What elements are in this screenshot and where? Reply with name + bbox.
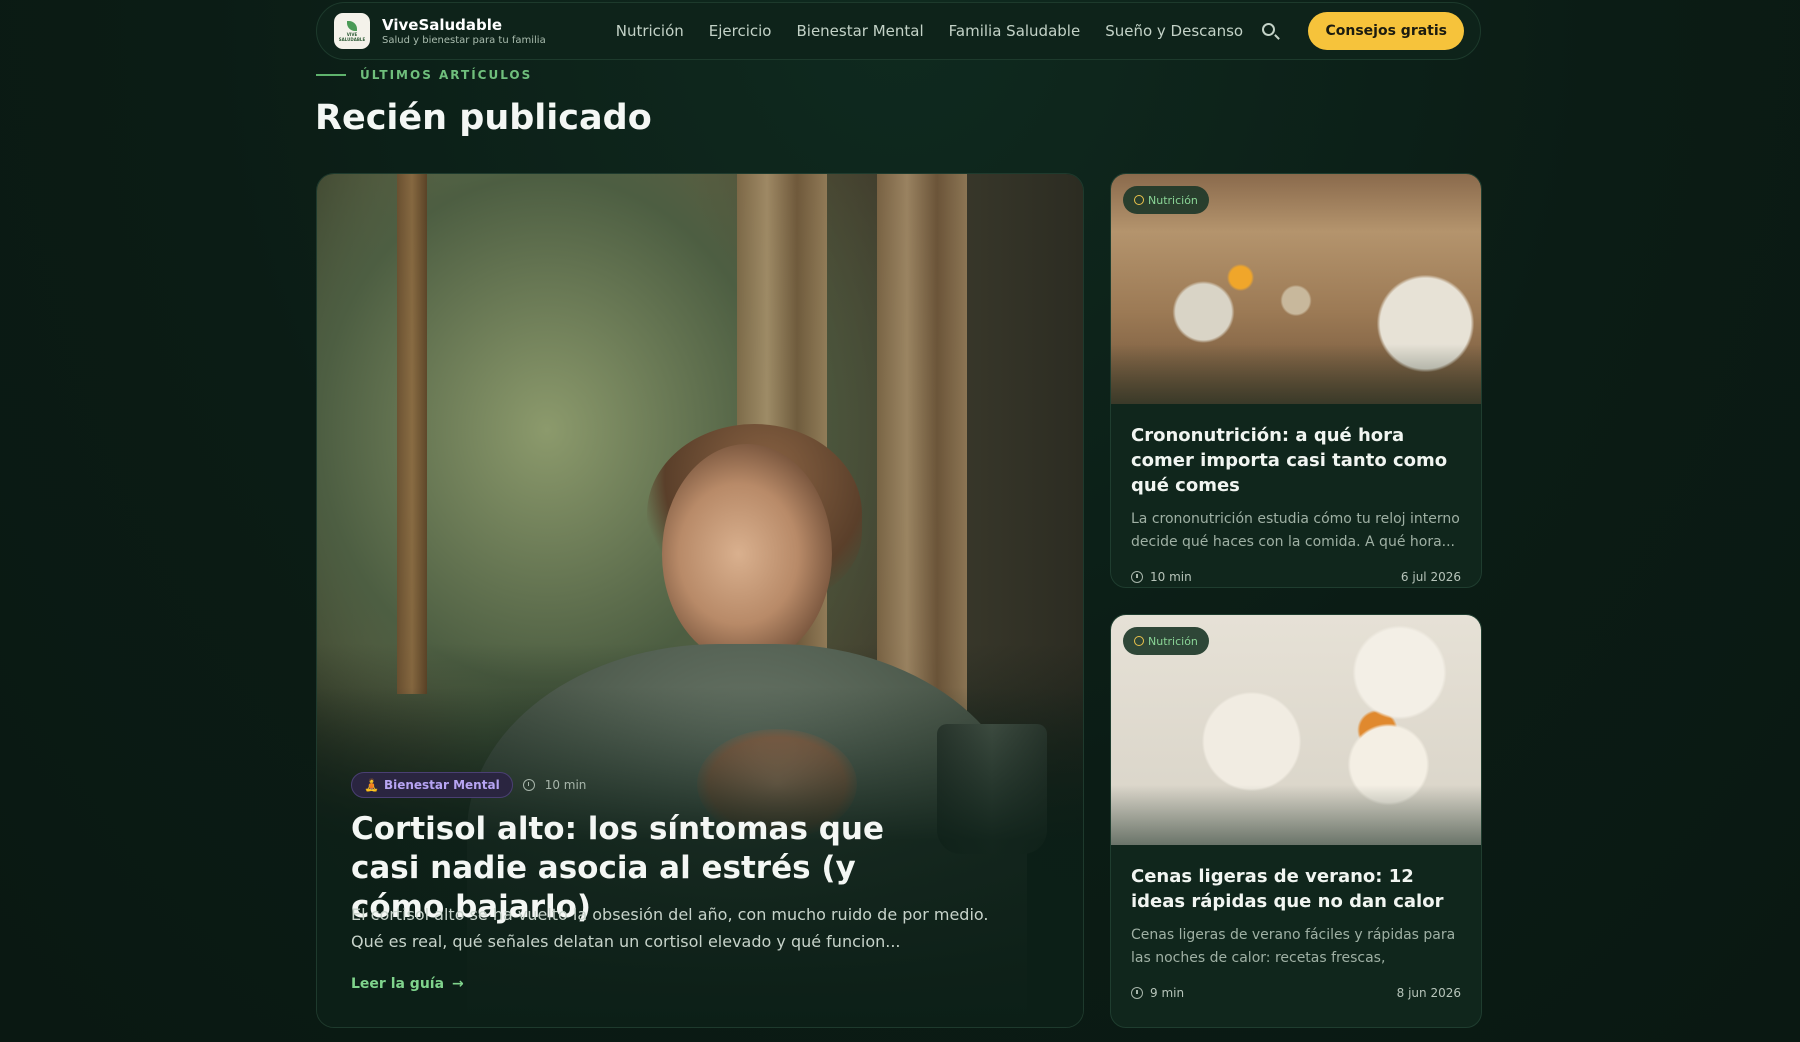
article-image: Nutrición <box>1111 174 1481 404</box>
top-navbar: VIVE SALUDABLE ViveSaludable Salud y bie… <box>316 2 1481 60</box>
article-image: Nutrición <box>1111 615 1481 845</box>
brand-name: ViveSaludable <box>382 16 503 34</box>
featured-meta: 🧘 Bienestar Mental 10 min <box>351 772 586 798</box>
nav-link-nutricion[interactable]: Nutrición <box>616 22 684 40</box>
read-time: 9 min <box>1150 986 1185 1000</box>
leaf-icon <box>347 20 357 31</box>
read-guide-label: Leer la guía <box>351 976 445 992</box>
nutrition-icon <box>1134 636 1144 646</box>
article-card[interactable]: Nutrición Crononutrición: a qué hora com… <box>1110 173 1482 588</box>
main-nav: Nutrición Ejercicio Bienestar Mental Fam… <box>616 22 1243 40</box>
article-description: La crononutrición estudia cómo tu reloj … <box>1131 511 1460 550</box>
nav-link-ejercicio[interactable]: Ejercicio <box>709 22 772 40</box>
clock-icon <box>1131 987 1143 999</box>
section-title: Recién publicado <box>315 98 652 138</box>
featured-article-card[interactable]: 🧘 Bienestar Mental 10 min Cortisol alto:… <box>316 173 1084 1028</box>
category-badge[interactable]: Nutrición <box>1123 186 1209 214</box>
logo-text: VIVE SALUDABLE <box>338 31 366 42</box>
curtain <box>877 174 967 734</box>
category-label: Nutrición <box>1148 634 1198 648</box>
featured-description: El cortisol alto se ha vuelto la obsesió… <box>351 905 989 951</box>
category-label: Bienestar Mental <box>383 778 500 792</box>
category-badge[interactable]: 🧘 Bienestar Mental <box>351 772 513 798</box>
search-icon[interactable] <box>1260 21 1281 41</box>
window-frame <box>397 174 427 694</box>
clock-icon <box>522 779 535 791</box>
meditation-icon: 🧘 <box>364 778 379 792</box>
article-description: Cenas ligeras de verano fáciles y rápida… <box>1131 927 1456 966</box>
arrow-right-icon: → <box>452 976 464 992</box>
person-head <box>662 444 832 664</box>
article-footer: 9 min 8 jun 2026 <box>1131 984 1461 1002</box>
category-label: Nutrición <box>1148 193 1198 207</box>
logo[interactable]: VIVE SALUDABLE <box>334 13 370 49</box>
nav-link-bienestar-mental[interactable]: Bienestar Mental <box>796 22 923 40</box>
article-card[interactable]: Nutrición Cenas ligeras de verano: 12 id… <box>1110 614 1482 1028</box>
brand-tagline: Salud y bienestar para tu familia <box>382 35 546 46</box>
section-eyebrow: ÚLTIMOS ARTÍCULOS <box>316 68 532 82</box>
nutrition-icon <box>1134 195 1144 205</box>
free-tips-button[interactable]: Consejos gratis <box>1308 12 1464 50</box>
read-time: 10 min <box>544 778 587 792</box>
brand[interactable]: ViveSaludable Salud y bienestar para tu … <box>382 16 546 46</box>
article-title[interactable]: Crononutrición: a qué hora comer importa… <box>1131 423 1461 498</box>
page: VIVE SALUDABLE ViveSaludable Salud y bie… <box>0 0 1800 1042</box>
nav-link-familia-saludable[interactable]: Familia Saludable <box>949 22 1081 40</box>
article-footer: 10 min 6 jul 2026 <box>1131 568 1461 586</box>
article-title[interactable]: Cenas ligeras de verano: 12 ideas rápida… <box>1131 864 1461 914</box>
publish-date: 8 jun 2026 <box>1396 986 1461 1000</box>
read-guide-link[interactable]: Leer la guía → <box>351 976 464 992</box>
eyebrow-text: ÚLTIMOS ARTÍCULOS <box>360 68 533 82</box>
category-badge[interactable]: Nutrición <box>1123 627 1209 655</box>
nav-link-sueno-descanso[interactable]: Sueño y Descanso <box>1105 22 1243 40</box>
clock-icon <box>1131 571 1143 583</box>
eyebrow-line <box>316 74 346 76</box>
read-time: 10 min <box>1150 570 1192 584</box>
publish-date: 6 jul 2026 <box>1400 570 1461 584</box>
